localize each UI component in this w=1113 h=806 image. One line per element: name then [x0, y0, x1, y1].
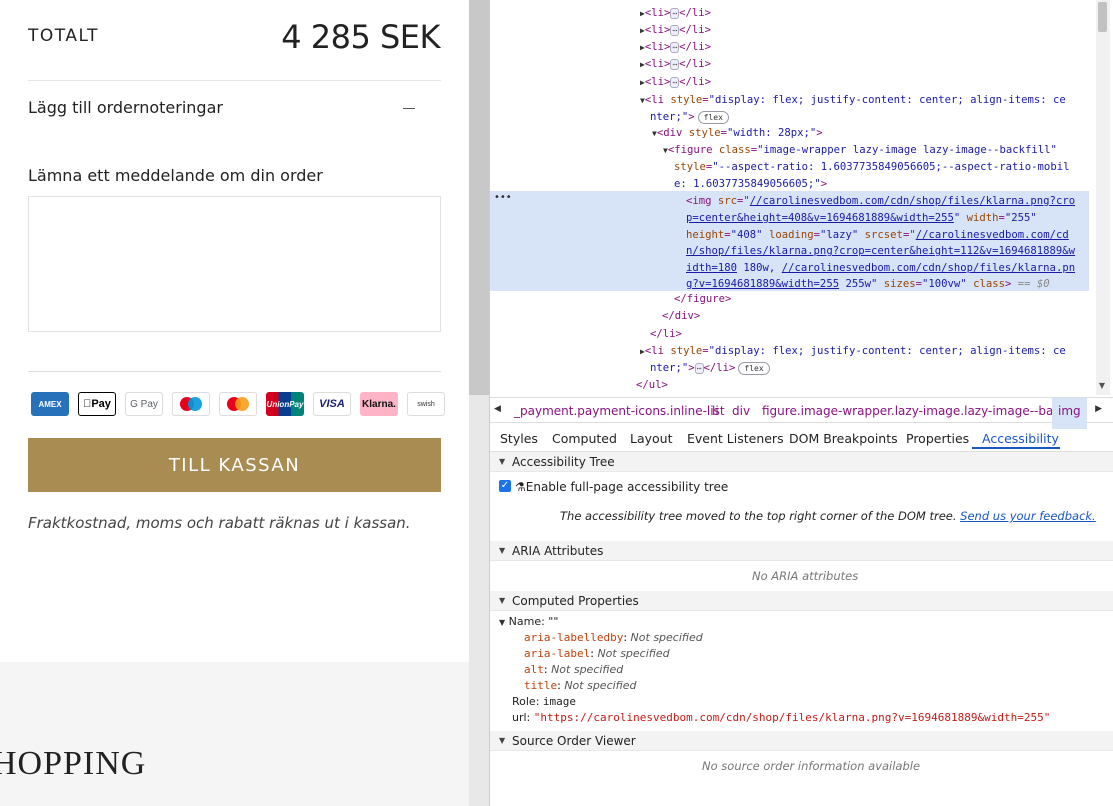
tab-event-listeners[interactable]: Event Listeners — [687, 431, 784, 446]
tab-properties[interactable]: Properties — [906, 431, 969, 446]
breadcrumb-item[interactable]: li — [712, 404, 719, 418]
dom-node-figure-cont: e: 1.6037735849056605;"> — [674, 178, 828, 190]
breadcrumb-scroll-left-icon[interactable]: ◀ — [494, 404, 501, 414]
dom-node-li[interactable]: ▶<li> ⋯ </li> — [640, 5, 711, 22]
no-aria-note: No ARIA attributes — [752, 569, 859, 583]
dom-breadcrumbs: ◀ _payment.payment-icons.inline-list li … — [490, 397, 1113, 429]
elements-tree: ••• ▶<li> ⋯ </li> ▶<li> ⋯ </li> ▶<li> ⋯ </li> … — [490, 0, 1113, 395]
total-value: 4 285 SEK — [281, 18, 440, 56]
enable-tree-checkbox[interactable]: ✓ — [499, 480, 511, 492]
dom-node-li[interactable]: ▶<li> ⋯ </li> — [640, 22, 711, 39]
section-computed-properties[interactable]: ▼ Computed Properties — [490, 591, 1113, 611]
url-row: url: "https://carolinesvedbom.com/cdn/sh… — [512, 711, 1051, 724]
checkout-button[interactable]: TILL KASSAN — [28, 438, 441, 492]
maestro-icon — [172, 392, 210, 416]
devtools-panel: ••• ▶<li> ⋯ </li> ▶<li> ⋯ </li> ▶<li> ⋯ </li> … — [489, 0, 1113, 806]
collapse-triangle-icon: ▼ — [499, 596, 506, 605]
breadcrumb-item[interactable]: _payment.payment-icons.inline-list — [514, 404, 725, 418]
prop-title: title: Not specified — [524, 679, 637, 692]
google-pay-icon: G Pay — [125, 392, 163, 416]
collapse-triangle-icon: ▼ — [499, 546, 506, 555]
apple-pay-icon: Pay — [78, 392, 116, 416]
amex-icon: AMEX — [31, 392, 69, 416]
active-tab-indicator — [972, 447, 1060, 449]
tab-accessibility[interactable]: Accessibility — [982, 431, 1059, 446]
order-message-label: Lämna ett meddelande om din order — [28, 166, 323, 185]
tab-computed[interactable]: Computed — [552, 431, 617, 446]
dom-node-li-flex[interactable]: ▶<li style="display: flex; justify-conte… — [640, 343, 1066, 360]
dom-node-div-close[interactable]: </div> — [662, 308, 700, 325]
name-row[interactable]: ▼ Name: "" — [499, 615, 558, 628]
dom-node-li-flex-cont: nter;"> ⋯ </li> flex — [650, 360, 770, 377]
dom-node-li-close[interactable]: </li> — [650, 326, 682, 343]
collapse-triangle-icon: ▼ — [499, 457, 506, 466]
section-accessibility-tree[interactable]: ▼ Accessibility Tree — [490, 452, 1113, 472]
klarna-icon: Klarna. — [360, 392, 398, 416]
flex-badge[interactable]: flex — [697, 110, 729, 124]
section-source-order-viewer[interactable]: ▼ Source Order Viewer — [490, 731, 1113, 751]
elements-scrollbar-thumb[interactable] — [1098, 2, 1107, 32]
dom-node-li-flex[interactable]: ▼<li style="display: flex; justify-conte… — [640, 92, 1066, 109]
more-options-icon[interactable]: ••• — [494, 192, 512, 203]
page-scrollbar-thumb[interactable] — [469, 0, 489, 395]
order-notes-label: Lägg till ordernoteringar — [28, 98, 223, 117]
cart-summary-panel: TOTALT 4 285 SEK Lägg till ordernotering… — [0, 0, 469, 806]
dom-node-ul-close[interactable]: </ul> — [636, 377, 668, 394]
footer-band — [0, 662, 469, 806]
payment-icons-list: AMEX Pay G Pay UnionPay VISA Klarna. sw… — [31, 392, 445, 416]
unionpay-icon: UnionPay — [266, 392, 304, 416]
tab-styles[interactable]: Styles — [500, 431, 538, 446]
breadcrumb-item[interactable]: div — [732, 404, 750, 418]
dom-node-figure-close[interactable]: </figure> — [674, 291, 731, 308]
order-notes-toggle[interactable]: Lägg till ordernoteringar — [28, 98, 441, 120]
dom-node-img-cont: g?v=1694681889&width=255 255w" sizes="10… — [686, 278, 1050, 290]
shipping-note: Fraktkostnad, moms och rabatt räknas ut … — [28, 514, 411, 532]
experiment-flask-icon: ⚗ — [515, 480, 526, 494]
divider — [28, 80, 441, 81]
prop-alt: alt: Not specified — [524, 663, 624, 676]
dom-node-li[interactable]: ▶<li> ⋯ </li> — [640, 74, 711, 91]
flex-badge[interactable]: flex — [738, 361, 770, 375]
mastercard-icon — [219, 392, 257, 416]
dom-node-img-cont: height="408" loading="lazy" srcset="//ca… — [686, 229, 1069, 241]
scroll-down-arrow-icon[interactable]: ▼ — [1099, 381, 1105, 390]
minus-icon — [403, 108, 415, 109]
feedback-link[interactable]: Send us your feedback. — [960, 509, 1096, 523]
visa-icon: VISA — [313, 392, 351, 416]
enable-tree-label: ⚗Enable full-page accessibility tree — [515, 480, 729, 494]
collapse-triangle-icon: ▼ — [499, 736, 506, 745]
section-aria-attributes[interactable]: ▼ ARIA Attributes — [490, 541, 1113, 561]
dom-node-img-selected[interactable]: <img src="//carolinesvedbom.com/cdn/shop… — [686, 193, 1075, 210]
swish-icon: swish — [407, 392, 445, 416]
dom-node-li-flex-cont: nter;"> flex — [650, 109, 729, 126]
dom-node-li[interactable]: ▶<li> ⋯ </li> — [640, 56, 711, 73]
dom-node-div[interactable]: ▼<div style="width: 28px;"> — [652, 125, 823, 142]
dom-node-figure[interactable]: ▼<figure class="image-wrapper lazy-image… — [663, 142, 1057, 159]
dom-node-li[interactable]: ▶<li> ⋯ </li> — [640, 39, 711, 56]
tab-layout[interactable]: Layout — [630, 431, 673, 446]
no-source-note: No source order information available — [702, 759, 921, 773]
tree-moved-note: The accessibility tree moved to the top … — [560, 509, 1096, 523]
dom-node-img-cont: n/shop/files/klarna.png?crop=center&heig… — [686, 245, 1076, 257]
order-message-textarea[interactable] — [28, 196, 441, 332]
prop-aria-label: aria-label: Not specified — [524, 647, 670, 660]
role-row: Role: image — [512, 695, 577, 708]
breadcrumb-item[interactable]: figure.image-wrapper.lazy-image.lazy-ima… — [762, 404, 1081, 418]
dom-node-figure-cont: style="--aspect-ratio: 1.603773584905660… — [674, 161, 1070, 173]
tab-dom-breakpoints[interactable]: DOM Breakpoints — [789, 431, 898, 446]
divider — [28, 371, 441, 372]
dom-node-img-cont: idth=180 180w, //carolinesvedbom.com/cdn… — [686, 262, 1076, 274]
total-label: TOTALT — [28, 26, 99, 46]
prop-aria-labelledby: aria-labelledby: Not specified — [524, 631, 703, 644]
footer-heading: HOPPING — [0, 745, 147, 782]
breadcrumb-scroll-right-icon[interactable]: ▶ — [1095, 404, 1102, 414]
elements-scrollbar[interactable] — [1096, 0, 1110, 395]
dom-node-img-cont: p=center&height=408&v=1694681889&width=2… — [686, 212, 1037, 224]
